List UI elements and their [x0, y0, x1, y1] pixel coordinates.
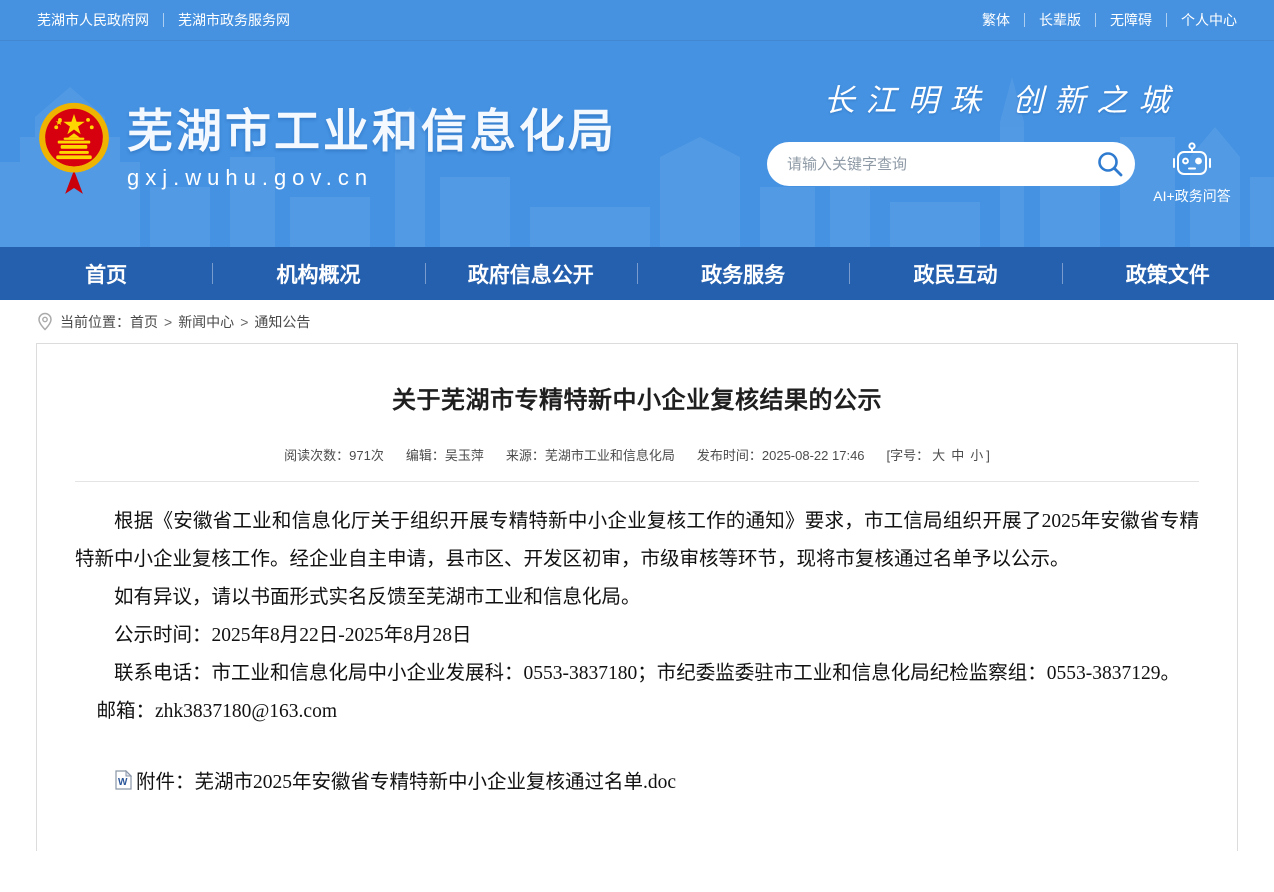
link-elder-version[interactable]: 长辈版 [1039, 10, 1081, 30]
article-card: 关于芜湖市专精特新中小企业复核结果的公示 阅读次数：971次 编辑：吴玉萍 来源… [36, 343, 1238, 851]
breadcrumb: 当前位置： 首页 > 新闻中心 > 通知公告 [0, 300, 1274, 343]
font-size-large-button[interactable]: 大 [932, 448, 945, 463]
nav-policy-documents[interactable]: 政策文件 [1062, 247, 1274, 300]
nav-gov-info-disclosure[interactable]: 政府信息公开 [425, 247, 637, 300]
meta-source: 来源：芜湖市工业和信息化局 [506, 445, 675, 464]
divider [1024, 13, 1025, 27]
paragraph-email: 邮箱：zhk3837180@163.com [75, 693, 1199, 731]
city-slogan: 长江明珠 创新之城 [767, 75, 1237, 120]
nav-home[interactable]: 首页 [0, 247, 212, 300]
breadcrumb-news-center[interactable]: 新闻中心 [178, 312, 234, 332]
breadcrumb-separator: > [240, 314, 248, 330]
header-right-area: 长江明珠 创新之城 [767, 75, 1237, 247]
main-nav: 首页 机构概况 政府信息公开 政务服务 政民互动 政策文件 [0, 247, 1274, 300]
search-button[interactable] [1091, 145, 1129, 183]
paragraph: 联系电话：市工业和信息化局中小企业发展科：0553-3837180；市纪委监委驻… [75, 655, 1199, 693]
ai-qa-entry[interactable]: AI+政务问答 [1149, 142, 1235, 206]
paragraph: 公示时间：2025年8月22日-2025年8月28日 [75, 617, 1199, 655]
search-input[interactable] [767, 142, 1135, 186]
nav-org-overview[interactable]: 机构概况 [212, 247, 424, 300]
article-body: 根据《安徽省工业和信息化厅关于组织开展专精特新中小企业复核工作的通知》要求，市工… [75, 503, 1199, 731]
breadcrumb-home[interactable]: 首页 [130, 312, 158, 332]
top-utility-bar: 芜湖市人民政府网 芜湖市政务服务网 繁体 长辈版 无障碍 个人中心 [0, 0, 1274, 41]
article-title: 关于芜湖市专精特新中小企业复核结果的公示 [75, 380, 1199, 415]
meta-divider [75, 481, 1199, 482]
nav-gov-services[interactable]: 政务服务 [637, 247, 849, 300]
robot-icon [1169, 142, 1215, 178]
topbar-left-links: 芜湖市人民政府网 芜湖市政务服务网 [37, 10, 290, 30]
ai-qa-label: AI+政务问答 [1149, 186, 1235, 206]
attachment-prefix: 附件： [136, 765, 195, 794]
divider [1095, 13, 1096, 27]
font-size-suffix: ] [986, 448, 990, 463]
site-search [767, 142, 1135, 186]
attachment-row: W 附件： 芜湖市2025年安徽省专精特新中小企业复核通过名单.doc [75, 765, 1199, 794]
font-size-small-button[interactable]: 小 [970, 448, 983, 463]
brand-text: 芜湖市工业和信息化局 gxj.wuhu.gov.cn [127, 105, 617, 192]
breadcrumb-separator: > [164, 314, 172, 330]
word-doc-icon: W [115, 770, 132, 790]
site-header: 芜湖市工业和信息化局 gxj.wuhu.gov.cn 长江明珠 创新之城 [0, 41, 1274, 247]
attachment-link[interactable]: 芜湖市2025年安徽省专精特新中小企业复核通过名单.doc [195, 765, 677, 794]
breadcrumb-prefix: 当前位置： [60, 312, 130, 332]
font-size-medium-button[interactable]: 中 [951, 448, 964, 463]
national-emblem-icon [37, 102, 111, 194]
site-logo-home-link[interactable]: 芜湖市工业和信息化局 gxj.wuhu.gov.cn [37, 49, 617, 247]
paragraph: 根据《安徽省工业和信息化厅关于组织开展专精特新中小企业复核工作的通知》要求，市工… [75, 503, 1199, 579]
link-wuhu-service[interactable]: 芜湖市政务服务网 [178, 10, 290, 30]
svg-text:W: W [118, 777, 128, 788]
meta-editor: 编辑：吴玉萍 [406, 445, 484, 464]
paragraph: 如有异议，请以书面形式实名反馈至芜湖市工业和信息化局。 [75, 579, 1199, 617]
link-accessibility[interactable]: 无障碍 [1110, 10, 1152, 30]
article-meta: 阅读次数：971次 编辑：吴玉萍 来源：芜湖市工业和信息化局 发布时间：2025… [75, 445, 1199, 464]
meta-publish-time: 发布时间：2025-08-22 17:46 [697, 445, 865, 464]
location-pin-icon [37, 312, 53, 331]
search-icon [1095, 149, 1125, 179]
site-title: 芜湖市工业和信息化局 [127, 105, 617, 158]
meta-view-count: 阅读次数：971次 [284, 445, 384, 464]
font-size-prefix: [字号： [887, 448, 930, 463]
font-size-control: [字号：大中小] [887, 445, 990, 464]
breadcrumb-notices[interactable]: 通知公告 [254, 312, 310, 332]
nav-public-interaction[interactable]: 政民互动 [849, 247, 1061, 300]
site-domain: gxj.wuhu.gov.cn [127, 165, 617, 191]
link-personal-center[interactable]: 个人中心 [1181, 10, 1237, 30]
link-traditional-chinese[interactable]: 繁体 [982, 10, 1010, 30]
link-wuhu-gov[interactable]: 芜湖市人民政府网 [37, 10, 149, 30]
topbar-right-links: 繁体 长辈版 无障碍 个人中心 [982, 10, 1237, 30]
divider [1166, 13, 1167, 27]
divider [163, 13, 164, 27]
